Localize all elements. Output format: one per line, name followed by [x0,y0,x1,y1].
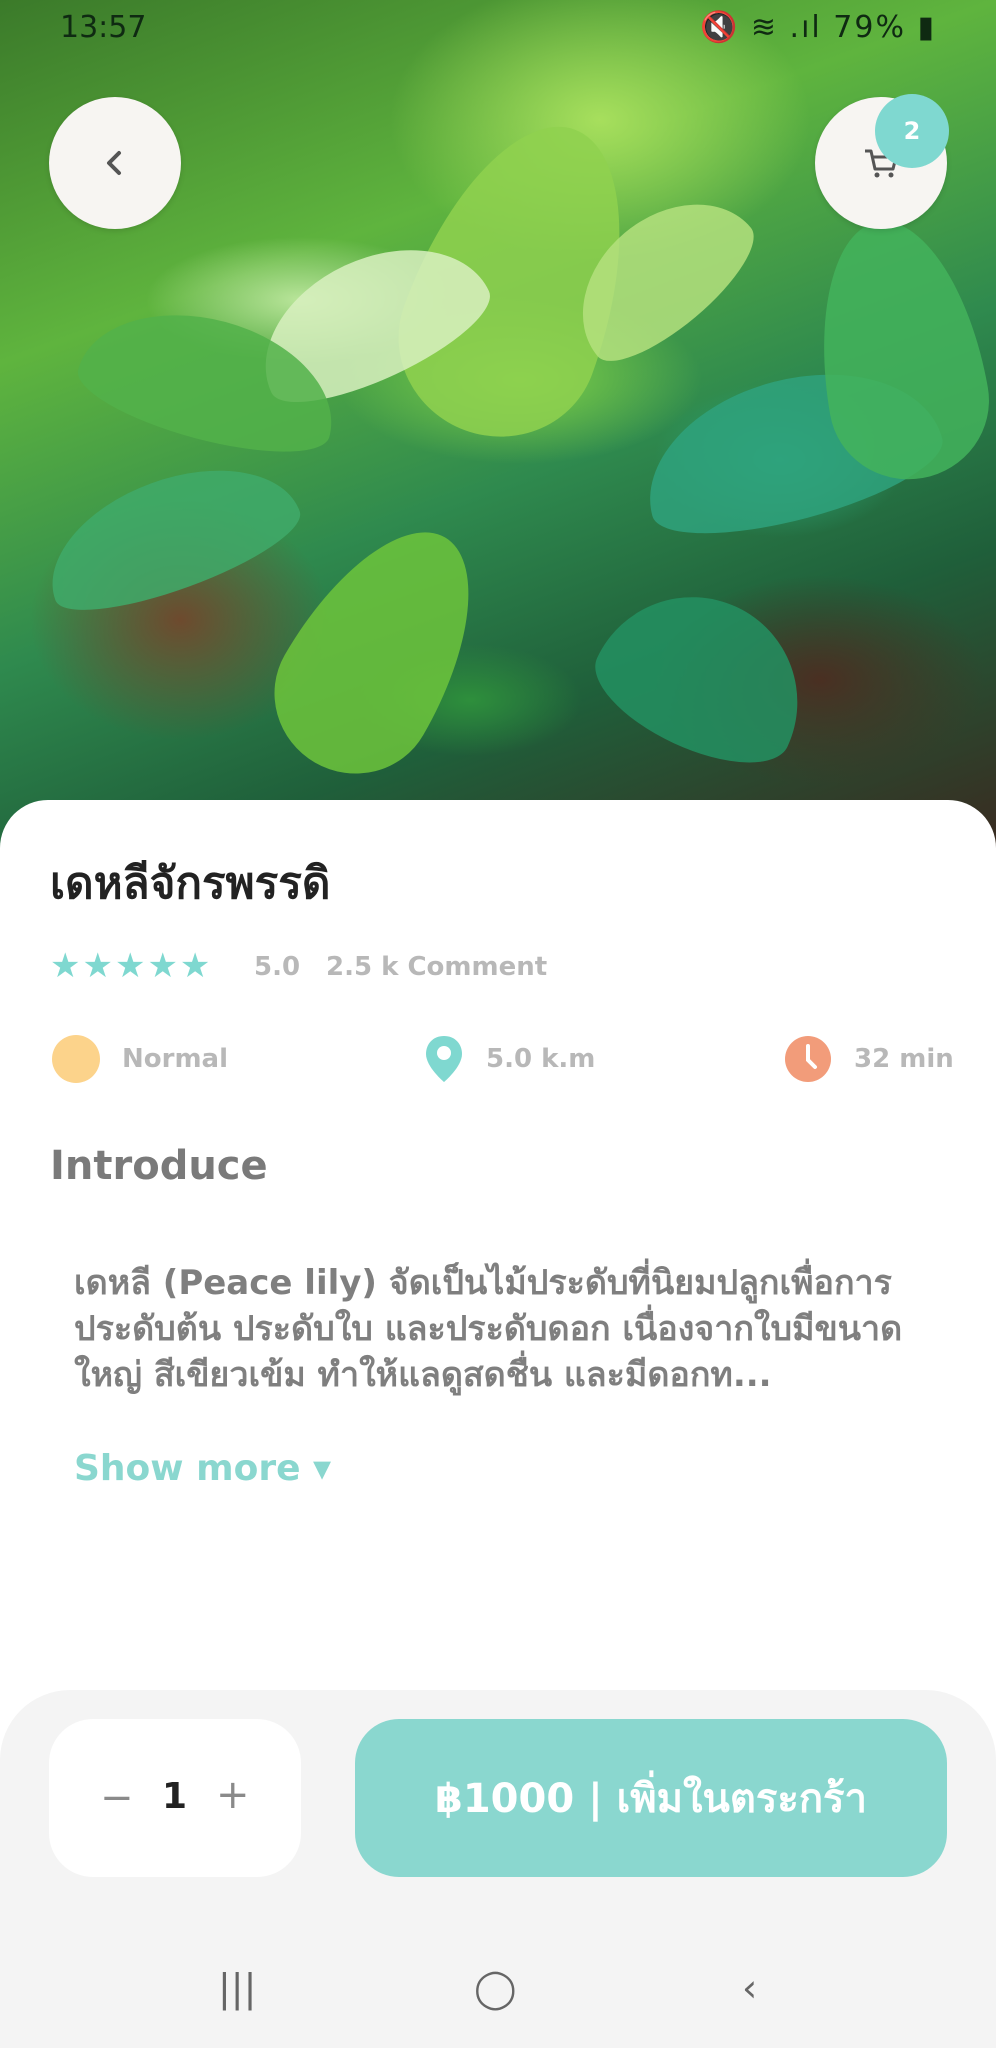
product-description: เดหลี (Peace lily) จัดเป็นไม้ประดับที่นิ… [74,1263,903,1395]
rating-stars: ★★★★★ [50,946,213,986]
status-bar: 13:57 🔇 ≋ .ıl 79% ▮ [0,0,996,56]
back-button[interactable] [49,97,181,229]
info-difficulty: Normal [52,1034,228,1084]
circle-icon [52,1035,100,1083]
status-time: 13:57 [60,10,147,45]
info-distance: 5.0 k.m [424,1034,595,1084]
system-nav-bar: ||| ◯ ‹ [0,1930,996,2048]
info-distance-label: 5.0 k.m [486,1044,596,1074]
info-time-label: 32 min [854,1044,954,1074]
recent-apps-button[interactable]: ||| [218,1966,256,2010]
home-button[interactable]: ◯ [474,1966,517,2010]
quantity-value: 1 [162,1776,188,1817]
comment-count: 2.5 k Comment [326,952,548,982]
cart-count-badge: 2 [875,94,949,168]
status-icons: 🔇 ≋ .ıl 79% ▮ [699,10,936,45]
increase-quantity-button[interactable]: + [216,1772,250,1818]
nav-back-button[interactable]: ‹ [742,1966,757,2010]
location-pin-icon [426,1036,462,1082]
chevron-left-icon [107,151,121,175]
introduce-heading: Introduce [50,1143,268,1189]
decrease-quantity-button[interactable]: − [100,1775,134,1821]
show-more-link[interactable]: Show more ▾ [74,1448,331,1489]
info-time: 32 min [784,1034,954,1084]
info-difficulty-label: Normal [122,1044,228,1074]
rating-value: 5.0 [254,952,301,982]
clock-icon [785,1036,831,1082]
product-title: เดหลีจักรพรรดิ [50,858,331,909]
add-to-cart-button[interactable]: ฿1000 | เพิ่มในตระกร้า [355,1719,947,1877]
